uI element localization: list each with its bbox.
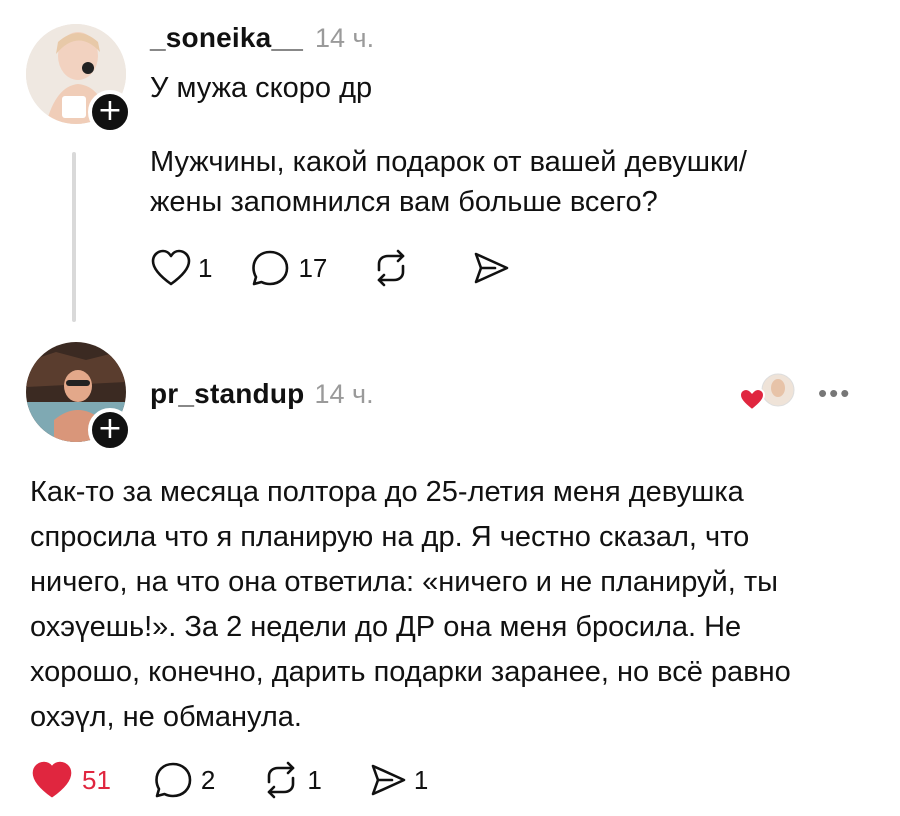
post-comment-button[interactable]: 17: [250, 248, 327, 288]
reply-text-line: охэүешь!». За 2 недели до ДР она меня бр…: [30, 611, 742, 643]
post-username[interactable]: _soneika__: [150, 22, 303, 54]
reply-text-line: спросила что я планирую на др. Я честно …: [30, 521, 750, 553]
post-actions: 1 17: [150, 248, 511, 288]
reply-comment-button[interactable]: 2: [153, 760, 215, 800]
reply-timestamp: 14 ч.: [314, 379, 374, 409]
repost-icon: [268, 761, 295, 799]
share-icon: [475, 252, 509, 284]
reply-repost-button[interactable]: 1: [261, 760, 322, 800]
post-timestamp: 14 ч.: [315, 23, 375, 53]
reply-actions: 51 2 1 1: [30, 760, 428, 800]
thread-line: [72, 152, 76, 322]
more-options-icon[interactable]: •••: [818, 378, 851, 409]
repost-icon: [378, 249, 405, 287]
reply-text-line: ничего, на что она ответила: «ничего и н…: [30, 566, 778, 598]
reply-text-line: хорошо, конечно, дарить подарки заранее,…: [30, 656, 791, 688]
reply-repost-count: 1: [307, 764, 322, 795]
post-like-count: 1: [198, 252, 213, 283]
post-text-1: У мужа скоро др: [150, 72, 373, 104]
reply-username[interactable]: pr_standup: [150, 378, 304, 410]
post-like-button[interactable]: 1: [150, 248, 212, 288]
follow-plus-icon[interactable]: +: [88, 408, 132, 452]
post-text-2a: Мужчины, какой подарок от вашей девушки/: [150, 146, 747, 178]
liked-by-author-avatar-icon: [738, 373, 795, 412]
reply-share-button[interactable]: 1: [368, 760, 428, 800]
reply-like-button[interactable]: 51: [30, 760, 111, 800]
post-comment-count: 17: [298, 252, 328, 283]
follow-plus-icon[interactable]: +: [88, 90, 132, 134]
author-liked-badge: [738, 370, 798, 416]
reply-text-line: охэүл, не обманула.: [30, 701, 302, 733]
reply-text-line: Как-то за месяца полтора до 25-летия мен…: [30, 476, 744, 508]
reply-share-count: 1: [413, 764, 429, 795]
reply-comment-count: 2: [200, 764, 216, 795]
comment-icon: [252, 250, 289, 286]
comment-icon: [155, 762, 192, 798]
reply-text: Как-то за месяца полтора до 25-летия мен…: [30, 470, 791, 740]
heart-icon: [32, 761, 72, 798]
post-share-button[interactable]: [471, 248, 511, 288]
reply-like-count: 51: [82, 764, 111, 795]
post-text-2b: жены запомнился вам больше всего?: [150, 186, 658, 218]
share-icon: [371, 764, 406, 796]
post-repost-button[interactable]: [371, 248, 411, 288]
heart-icon: [151, 249, 191, 286]
